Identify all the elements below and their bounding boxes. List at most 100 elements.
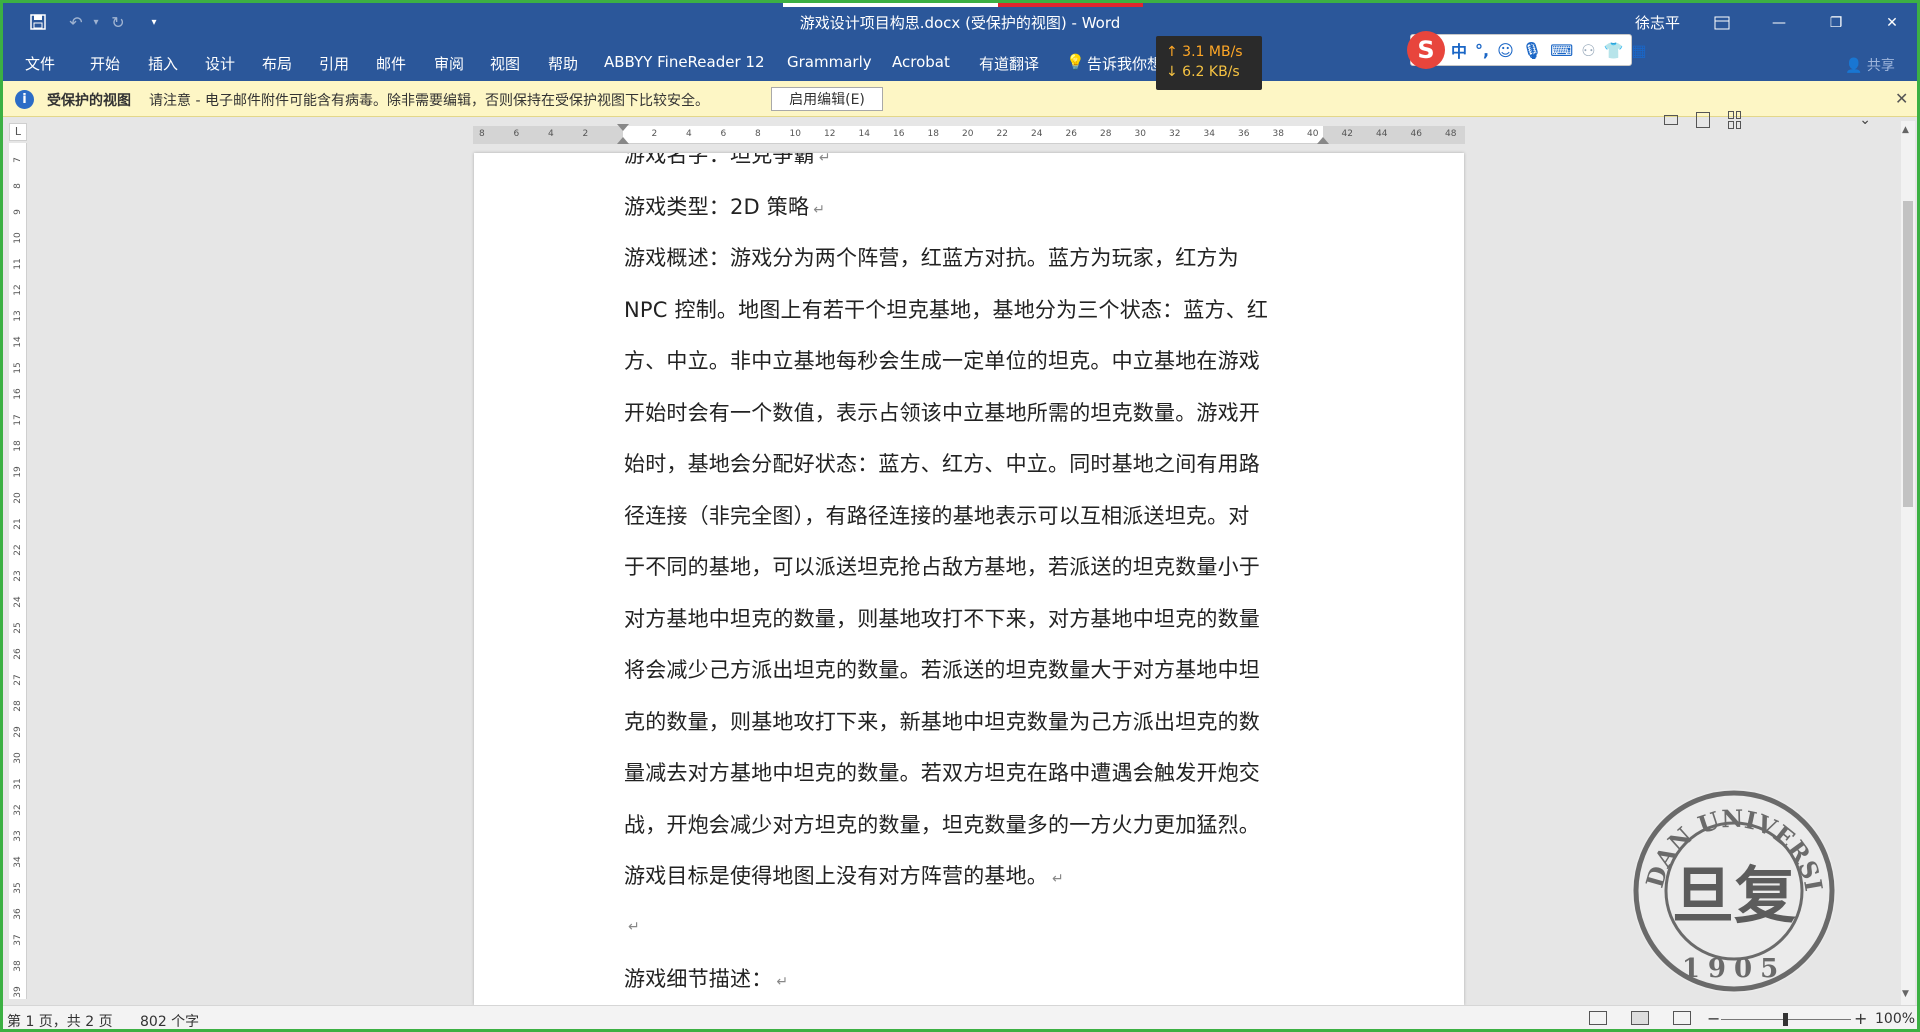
scroll-up-icon[interactable]: ▲	[1902, 125, 1909, 135]
document-line[interactable]: 方、中立。非中立基地每秒会生成一定单位的坦克。中立基地在游戏	[624, 345, 1324, 375]
restore-icon[interactable]: ❐	[1813, 3, 1859, 43]
zoom-slider-thumb[interactable]	[1783, 1013, 1788, 1026]
ime-toolbar[interactable]: S 中 °, ☺ 🎙 ⌨ ⚇ 👕 ▦	[1407, 31, 1647, 69]
paragraph-mark-icon: ↵	[818, 153, 831, 166]
zoom-level[interactable]: 100%	[1875, 1011, 1915, 1027]
tab-grammarly[interactable]: Grammarly	[787, 53, 872, 71]
ruler-tick-label: 6	[720, 129, 727, 139]
skin-shirt-icon[interactable]: 👕	[1604, 41, 1624, 60]
page-width-icon[interactable]	[1695, 112, 1710, 128]
tab-review[interactable]: 审阅	[434, 53, 464, 74]
document-line[interactable]: 克的数量，则基地攻打下来，新基地中坦克数量为己方派出坦克的数	[624, 706, 1324, 736]
ruler-tick-label: 17	[13, 414, 23, 426]
tab-help[interactable]: 帮助	[548, 53, 578, 74]
tab-acrobat[interactable]: Acrobat	[892, 53, 950, 71]
tab-home[interactable]: 开始	[90, 53, 120, 74]
close-icon[interactable]: ✕	[1869, 3, 1915, 43]
chevron-down-icon[interactable]: ⌄	[1859, 112, 1871, 128]
multi-page-icon[interactable]	[1727, 111, 1742, 129]
seal-center: 旦复	[1672, 859, 1796, 932]
enable-editing-button[interactable]: 启用编辑(E)	[771, 87, 883, 111]
minimize-icon[interactable]: —	[1756, 3, 1802, 43]
seal-year: 1905	[1682, 954, 1786, 984]
tab-abbyy[interactable]: ABBYY FineReader 12	[604, 53, 765, 71]
document-line[interactable]: 对方基地中坦克的数量，则基地攻打不下来，对方基地中坦克的数量	[624, 603, 1324, 633]
horizontal-ruler[interactable]: 8 6 4 2 2 4 6 8 10 12 14 16 18 20 22 24 26 28 30 32 34 36 38 40…	[473, 124, 1465, 144]
punctuation-icon[interactable]: °,	[1475, 41, 1489, 60]
toolbox-grid-icon[interactable]: ▦	[1631, 41, 1646, 60]
tab-stop-selector[interactable]: L	[9, 123, 27, 141]
document-line[interactable]: 游戏类型：2D 策略 ↵	[624, 191, 1324, 221]
document-line[interactable]: 游戏名字：坦克争霸 ↵	[624, 153, 1324, 169]
user-name[interactable]: 徐志平	[1635, 12, 1680, 33]
ruler-tick-label: 28	[1100, 129, 1112, 139]
ruler-tick-label: 36	[1238, 129, 1250, 139]
line-text: 开始时会有一个数值，表示占领该中立基地所需的坦克数量。游戏开	[624, 400, 1260, 425]
read-mode-icon[interactable]	[1589, 1011, 1607, 1025]
ruler-tick-label: 11	[13, 258, 23, 270]
scroll-down-icon[interactable]: ▼	[1902, 989, 1909, 999]
document-line[interactable]: 战，开炮会减少对方坦克的数量，坦克数量多的一方火力更加猛烈。	[624, 809, 1324, 839]
ruler-tick-label: 2	[651, 129, 658, 139]
document-line[interactable]: 游戏概述：游戏分为两个阵营，红蓝方对抗。蓝方为玩家，红方为	[624, 242, 1324, 272]
word-count[interactable]: 802 个字	[140, 1011, 199, 1029]
line-text: 战，开炮会减少对方坦克的数量，坦克数量多的一方火力更加猛烈。	[624, 812, 1260, 837]
tab-insert[interactable]: 插入	[148, 53, 178, 74]
tab-youdao[interactable]: 有道翻译	[979, 53, 1039, 74]
status-bar: 第 1 页，共 2 页 802 个字 − + 100%	[3, 1005, 1917, 1029]
microphone-icon[interactable]: 🎙	[1522, 41, 1542, 60]
ruler-tick-label: 13	[13, 310, 23, 322]
page-count[interactable]: 第 1 页，共 2 页	[7, 1011, 113, 1029]
right-indent-icon[interactable]	[1317, 137, 1329, 144]
tab-design[interactable]: 设计	[205, 53, 235, 74]
document-line[interactable]: 始时，基地会分配好状态：蓝方、红方、中立。同时基地之间有用路	[624, 448, 1324, 478]
document-line[interactable]: 游戏细节描述： ↵	[624, 963, 1324, 993]
vertical-scrollbar[interactable]: ▲ ▼	[1901, 121, 1915, 1005]
tab-file[interactable]: 文件	[25, 53, 55, 74]
document-line[interactable]: 游戏目标是使得地图上没有对方阵营的基地。 ↵	[624, 860, 1324, 890]
document-line[interactable]: 量减去对方基地中坦克的数量。若双方坦克在路中遭遇会触发开炮交	[624, 757, 1324, 787]
protected-view-bar: i 受保护的视图 请注意 - 电子邮件附件可能含有病毒。除非需要编辑，否则保持在…	[3, 81, 1917, 117]
ruler-tick-label: 10	[789, 129, 801, 139]
document-line[interactable]: ↵	[624, 912, 1324, 936]
ruler-tick-label: 48	[1445, 129, 1457, 139]
download-speed: ↓ 6.2 KB/s	[1166, 64, 1240, 80]
ime-lang-toggle[interactable]: 中	[1451, 38, 1467, 62]
line-text: 游戏概述：游戏分为两个阵营，红蓝方对抗。蓝方为玩家，红方为	[624, 246, 1239, 270]
share-button[interactable]: 👤 共享	[1845, 55, 1895, 75]
ruler-tick-label: 14	[858, 129, 870, 139]
vertical-ruler[interactable]: 7 8 9 10 11 12 13 14 15 16 17 18 19 20 21 22 23 24 25 26 27 2…	[9, 143, 27, 999]
indent-marker-icon[interactable]	[617, 124, 629, 131]
document-page[interactable]: 游戏名字：坦克争霸 ↵ 游戏类型：2D 策略 ↵ 游戏概述：游戏分为两个阵营，红蓝方对抗…	[474, 153, 1464, 1005]
ribbon-display-options-icon[interactable]	[1699, 3, 1745, 43]
tab-view[interactable]: 视图	[490, 53, 520, 74]
zoom-out-icon[interactable]: −	[1707, 1009, 1720, 1028]
line-text: 于不同的基地，可以派送坦克抢占敌方基地，若派送的坦克数量小于	[624, 555, 1260, 579]
print-layout-icon[interactable]	[1631, 1011, 1649, 1025]
tab-references[interactable]: 引用	[319, 53, 349, 74]
scrollbar-thumb[interactable]	[1903, 201, 1913, 507]
window-title: 游戏设计项目构思.docx (受保护的视图) - Word	[799, 14, 1121, 32]
zoom-in-icon[interactable]: +	[1854, 1009, 1867, 1028]
web-layout-icon[interactable]	[1673, 1011, 1691, 1025]
document-line[interactable]: 将会减少己方派出坦克的数量。若派送的坦克数量大于对方基地中坦	[624, 654, 1324, 684]
tab-mailings[interactable]: 邮件	[376, 53, 406, 74]
sogou-logo-icon[interactable]: S	[1407, 31, 1445, 69]
tell-me-search[interactable]: 告诉我你想	[1087, 53, 1162, 74]
keyboard-icon[interactable]: ⌨	[1550, 41, 1573, 60]
document-line[interactable]: 径连接（非完全图），有路径连接的基地表示可以互相派送坦克。对	[624, 500, 1324, 530]
close-bar-icon[interactable]: ✕	[1895, 89, 1908, 108]
emoji-icon[interactable]: ☺	[1497, 41, 1514, 60]
document-line[interactable]: 于不同的基地，可以派送坦克抢占敌方基地，若派送的坦克数量小于	[624, 551, 1324, 581]
hanging-indent-icon[interactable]	[617, 137, 629, 144]
ruler-tick-label: 22	[996, 129, 1008, 139]
document-line[interactable]: 开始时会有一个数值，表示占领该中立基地所需的坦克数量。游戏开	[624, 397, 1324, 427]
ruler-tick-label: 10	[13, 232, 23, 244]
ruler-tick-label: 31	[13, 778, 23, 790]
ruler-tick-label: 2	[582, 129, 589, 139]
tab-layout[interactable]: 布局	[262, 53, 292, 74]
title-accent-red	[998, 3, 1143, 7]
single-page-icon[interactable]	[1664, 115, 1678, 125]
user-icon[interactable]: ⚇	[1581, 41, 1595, 60]
document-line[interactable]: NPC 控制。地图上有若干个坦克基地，基地分为三个状态：蓝方、红	[624, 294, 1324, 324]
